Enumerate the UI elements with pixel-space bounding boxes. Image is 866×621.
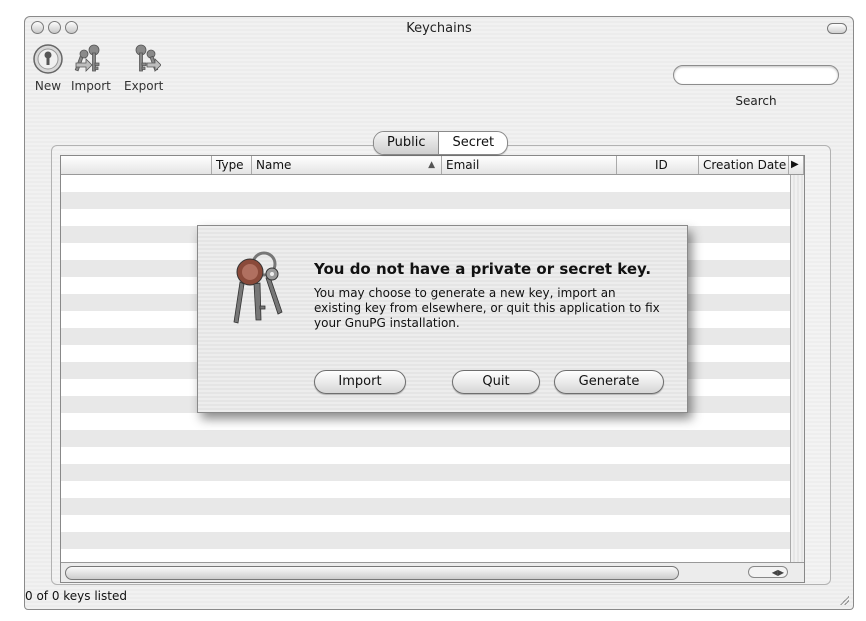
column-header-name-label: Name [256, 158, 292, 172]
import-key-button[interactable]: Import [71, 43, 111, 93]
no-secret-key-alert: You do not have a private or secret key.… [197, 225, 688, 413]
tab-public[interactable]: Public [374, 132, 440, 154]
keychains-window: Keychains New Import Export Search Publi… [24, 16, 854, 610]
column-header-name[interactable]: Name ▲ [252, 156, 442, 174]
horizontal-scroll-thumb[interactable] [65, 566, 679, 580]
window-controls [31, 21, 78, 34]
alert-title: You do not have a private or secret key. [314, 260, 652, 278]
toolbar-toggle-button[interactable] [827, 23, 847, 34]
column-header-creation-date[interactable]: Creation Date [699, 156, 789, 174]
import-button[interactable]: Import [314, 370, 406, 394]
export-key-button[interactable]: Export [124, 43, 163, 93]
resize-grip-icon[interactable] [839, 595, 849, 605]
tab-secret[interactable]: Secret [439, 132, 507, 154]
column-header-blank[interactable] [61, 156, 212, 174]
export-key-label: Export [124, 79, 164, 93]
horizontal-scrollbar[interactable]: ◀▶ [61, 562, 804, 582]
search-area: Search [673, 65, 839, 108]
generate-button[interactable]: Generate [554, 370, 664, 394]
search-label: Search [735, 94, 777, 108]
quit-button[interactable]: Quit [452, 370, 540, 394]
table-header: Type Name ▲ Email ID Creation Date ▶ [61, 156, 804, 175]
status-bar-text: 0 of 0 keys listed [25, 589, 127, 603]
keychain-icon [233, 251, 283, 324]
import-key-label: Import [71, 79, 111, 93]
column-overflow-arrow-icon[interactable]: ▶ [789, 156, 804, 174]
close-window-button[interactable] [31, 21, 44, 34]
column-header-type[interactable]: Type [212, 156, 252, 174]
zoom-window-button[interactable] [65, 21, 78, 34]
public-secret-segmented-control: Public Secret [373, 131, 509, 155]
alert-message: You may choose to generate a new key, im… [314, 286, 660, 330]
new-key-button[interactable]: New [31, 43, 65, 93]
scroll-arrows-icon[interactable]: ◀▶ [748, 566, 788, 578]
title-bar[interactable]: Keychains [25, 17, 853, 39]
window-title: Keychains [406, 20, 472, 36]
keys-import-icon [74, 44, 100, 72]
keys-export-icon [135, 44, 161, 72]
sort-ascending-icon: ▲ [428, 160, 435, 170]
column-header-email[interactable]: Email [442, 156, 617, 174]
column-header-id[interactable]: ID [617, 156, 699, 174]
minimize-window-button[interactable] [48, 21, 61, 34]
new-key-label: New [34, 79, 62, 93]
toolbar: New Import Export Search [25, 39, 853, 109]
search-input[interactable] [673, 65, 839, 85]
key-hole-icon [33, 44, 63, 74]
vertical-scrollbar[interactable] [790, 175, 804, 563]
